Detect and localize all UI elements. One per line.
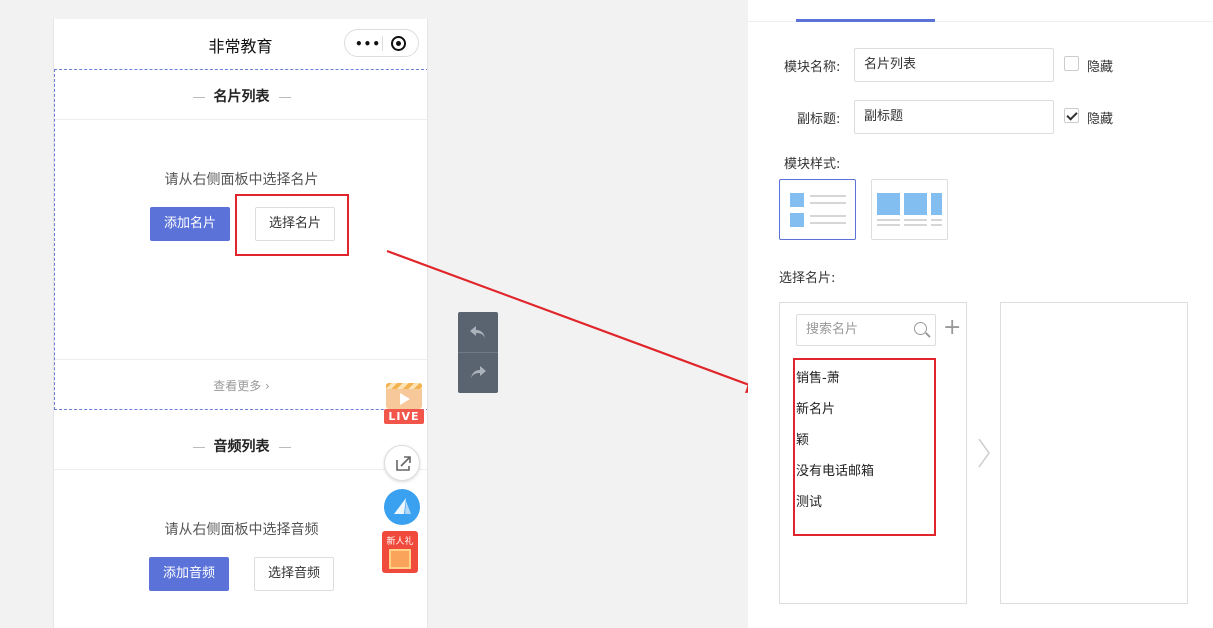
search-input[interactable]: 搜索名片 bbox=[796, 314, 936, 346]
hide-title-checkbox[interactable] bbox=[1064, 56, 1079, 71]
add-icon[interactable]: + bbox=[943, 317, 961, 339]
search-icon[interactable] bbox=[914, 322, 927, 335]
settings-panel: 模块名称: 名片列表 隐藏 副标题: 副标题 隐藏 模块样式: 选择名片: 搜索… bbox=[748, 0, 1213, 628]
card-source-list: 搜索名片 + 销售-萧 新名片 颖 没有电话邮箱 测试 bbox=[779, 302, 967, 604]
card-selected-list bbox=[1000, 302, 1188, 604]
subtitle-label: 副标题: bbox=[797, 112, 841, 127]
subtitle-input[interactable]: 副标题 bbox=[854, 100, 1054, 134]
chevron-right-icon[interactable] bbox=[977, 438, 991, 468]
hide-label: 隐藏 bbox=[1087, 60, 1114, 75]
active-tab-indicator bbox=[796, 19, 935, 22]
style-option-grid[interactable] bbox=[871, 179, 948, 240]
hide-subtitle-checkbox[interactable] bbox=[1064, 108, 1079, 123]
highlight-box bbox=[793, 358, 936, 536]
hide-label: 隐藏 bbox=[1087, 112, 1114, 127]
module-name-input[interactable]: 名片列表 bbox=[854, 48, 1054, 82]
select-cards-label: 选择名片: bbox=[779, 271, 836, 286]
module-style-label: 模块样式: bbox=[784, 157, 841, 172]
style-option-list[interactable] bbox=[779, 179, 856, 240]
module-name-label: 模块名称: bbox=[784, 60, 841, 75]
